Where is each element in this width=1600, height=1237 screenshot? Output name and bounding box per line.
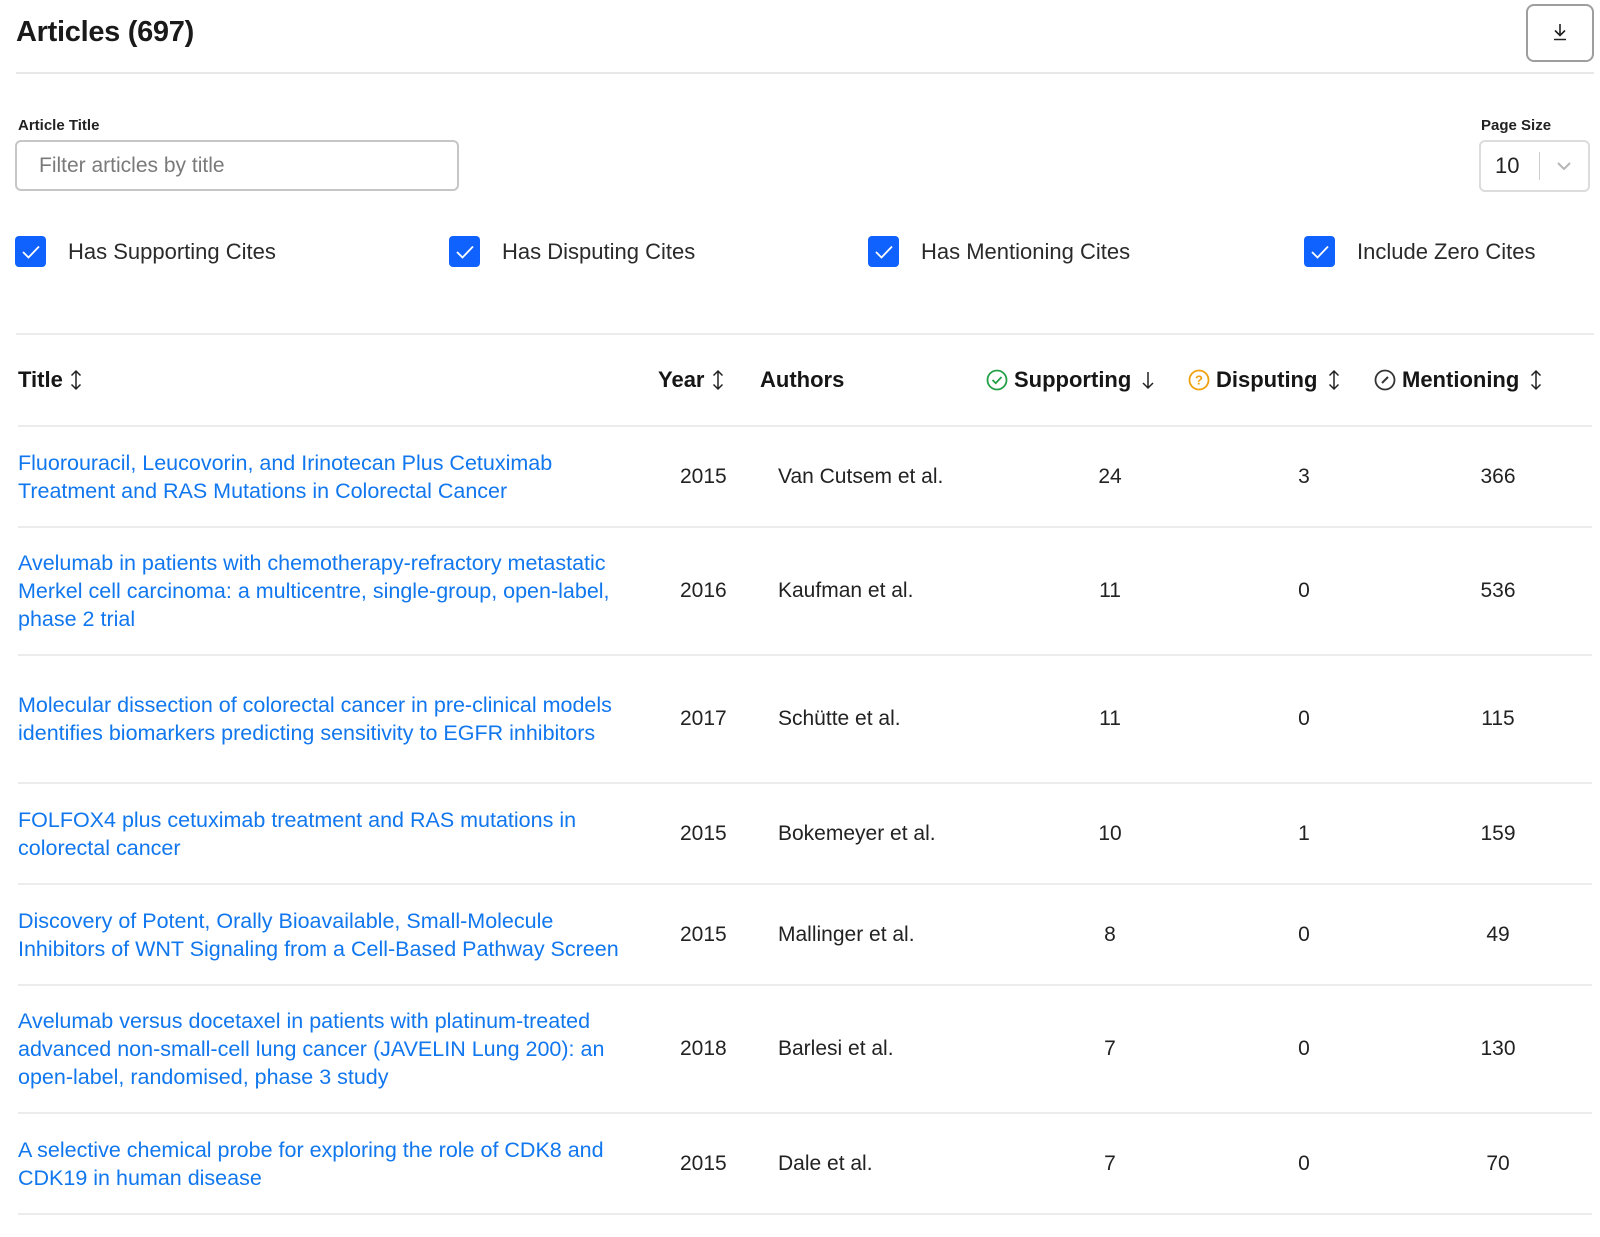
mentioning-count: 49 xyxy=(1486,922,1510,946)
mentioning-count: 70 xyxy=(1486,1151,1510,1175)
sort-both-icon xyxy=(1529,369,1543,391)
column-label: Year xyxy=(658,367,705,392)
mentioning-count: 536 xyxy=(1480,579,1516,602)
article-authors: Dale et al. xyxy=(778,1151,873,1175)
article-title-link[interactable]: Avelumab versus docetaxel in patients wi… xyxy=(18,1007,638,1091)
column-header-year[interactable]: Year xyxy=(658,335,725,425)
disputing-count: 3 xyxy=(1298,464,1310,488)
supporting-count: 7 xyxy=(1104,1037,1116,1060)
table-row: Molecular dissection of colorectal cance… xyxy=(18,656,1592,784)
article-title-label: Article Title xyxy=(18,117,100,134)
article-title-link[interactable]: A selective chemical probe for exploring… xyxy=(18,1136,638,1192)
column-header-disputing[interactable]: ? Disputing xyxy=(1188,335,1341,425)
mentioning-slash-circle-icon xyxy=(1374,369,1396,391)
checkbox-checked-icon[interactable] xyxy=(1304,236,1335,267)
supporting-count: 11 xyxy=(1099,579,1121,602)
column-header-supporting[interactable]: Supporting xyxy=(986,335,1155,425)
article-title-filter-input[interactable] xyxy=(15,140,459,191)
table-header: Title Year Authors Supporting ? Disputin… xyxy=(18,335,1592,427)
article-year: 2015 xyxy=(680,1151,727,1175)
svg-text:?: ? xyxy=(1195,373,1203,388)
mentioning-count: 159 xyxy=(1480,821,1516,845)
column-label: Disputing xyxy=(1216,367,1318,392)
disputing-question-circle-icon: ? xyxy=(1188,369,1210,391)
table-row: Avelumab versus docetaxel in patients wi… xyxy=(18,986,1592,1114)
article-year: 2015 xyxy=(680,464,727,488)
supporting-count: 10 xyxy=(1098,821,1122,845)
table-row: A selective chemical probe for exploring… xyxy=(18,1114,1592,1215)
download-icon xyxy=(1552,23,1568,44)
article-title-link[interactable]: Discovery of Potent, Orally Bioavailable… xyxy=(18,907,638,963)
page-header: Articles (697) xyxy=(16,0,1594,74)
checkbox-label: Has Disputing Cites xyxy=(502,238,696,264)
column-label: Authors xyxy=(760,367,845,392)
checkbox-label: Include Zero Cites xyxy=(1357,238,1536,264)
checkbox-label: Has Supporting Cites xyxy=(68,238,276,264)
disputing-count: 1 xyxy=(1298,821,1310,845)
include-zero-cites-checkbox[interactable]: Include Zero Cites xyxy=(1304,236,1536,267)
sort-both-icon xyxy=(69,369,83,391)
table-row: FOLFOX4 plus cetuximab treatment and RAS… xyxy=(18,784,1592,885)
column-label: Title xyxy=(18,367,63,392)
checkbox-checked-icon[interactable] xyxy=(15,236,46,267)
article-title-link[interactable]: Avelumab in patients with chemotherapy-r… xyxy=(18,549,638,633)
chevron-down-icon xyxy=(1540,161,1588,171)
column-label: Supporting xyxy=(1014,367,1132,392)
disputing-count: 0 xyxy=(1298,707,1310,730)
mentioning-count: 366 xyxy=(1480,464,1516,488)
article-title-link[interactable]: Fluorouracil, Leucovorin, and Irinotecan… xyxy=(18,449,638,505)
supporting-count: 11 xyxy=(1099,707,1121,730)
article-title-link[interactable]: Molecular dissection of colorectal cance… xyxy=(18,691,638,747)
checkbox-label: Has Mentioning Cites xyxy=(921,238,1131,264)
article-authors: Schütte et al. xyxy=(778,707,901,730)
article-year: 2017 xyxy=(680,707,727,730)
page-title: Articles (697) xyxy=(16,16,194,48)
supporting-count: 24 xyxy=(1098,464,1122,488)
checkbox-checked-icon[interactable] xyxy=(449,236,480,267)
article-authors: Van Cutsem et al. xyxy=(778,464,944,488)
has-mentioning-cites-checkbox[interactable]: Has Mentioning Cites xyxy=(868,236,1130,267)
page-size-value: 10 xyxy=(1495,153,1520,178)
disputing-count: 0 xyxy=(1298,922,1310,946)
page-size-label: Page Size xyxy=(1481,117,1552,134)
sort-descending-icon xyxy=(1141,369,1155,391)
article-year: 2015 xyxy=(680,821,727,845)
sort-both-icon xyxy=(1327,369,1341,391)
mentioning-count: 115 xyxy=(1481,707,1515,730)
article-year: 2018 xyxy=(680,1037,727,1060)
article-year: 2015 xyxy=(680,922,727,946)
article-authors: Barlesi et al. xyxy=(778,1037,894,1060)
column-label: Mentioning xyxy=(1402,367,1520,392)
table-row: Avelumab in patients with chemotherapy-r… xyxy=(18,528,1592,656)
column-header-title[interactable]: Title xyxy=(18,335,83,425)
article-year: 2016 xyxy=(680,579,727,602)
article-authors: Mallinger et al. xyxy=(778,922,915,946)
article-authors: Kaufman et al. xyxy=(778,579,914,602)
supporting-check-circle-icon xyxy=(986,369,1008,391)
checkbox-checked-icon[interactable] xyxy=(868,236,899,267)
article-authors: Bokemeyer et al. xyxy=(778,821,936,845)
has-supporting-cites-checkbox[interactable]: Has Supporting Cites xyxy=(15,236,276,267)
article-title-link[interactable]: FOLFOX4 plus cetuximab treatment and RAS… xyxy=(18,806,638,862)
download-button[interactable] xyxy=(1526,4,1594,62)
supporting-count: 8 xyxy=(1104,922,1116,946)
has-disputing-cites-checkbox[interactable]: Has Disputing Cites xyxy=(449,236,695,267)
table-row: Discovery of Potent, Orally Bioavailable… xyxy=(18,885,1592,986)
articles-table: Title Year Authors Supporting ? Disputin… xyxy=(18,335,1592,1215)
mentioning-count: 130 xyxy=(1480,1037,1516,1060)
sort-both-icon xyxy=(711,369,725,391)
page-size-select[interactable]: 10 xyxy=(1479,140,1590,192)
column-header-mentioning[interactable]: Mentioning xyxy=(1374,335,1543,425)
disputing-count: 0 xyxy=(1298,1151,1310,1175)
disputing-count: 0 xyxy=(1298,579,1310,602)
supporting-count: 7 xyxy=(1104,1151,1116,1175)
disputing-count: 0 xyxy=(1298,1037,1310,1060)
column-header-authors: Authors xyxy=(760,335,844,425)
table-row: Fluorouracil, Leucovorin, and Irinotecan… xyxy=(18,427,1592,528)
